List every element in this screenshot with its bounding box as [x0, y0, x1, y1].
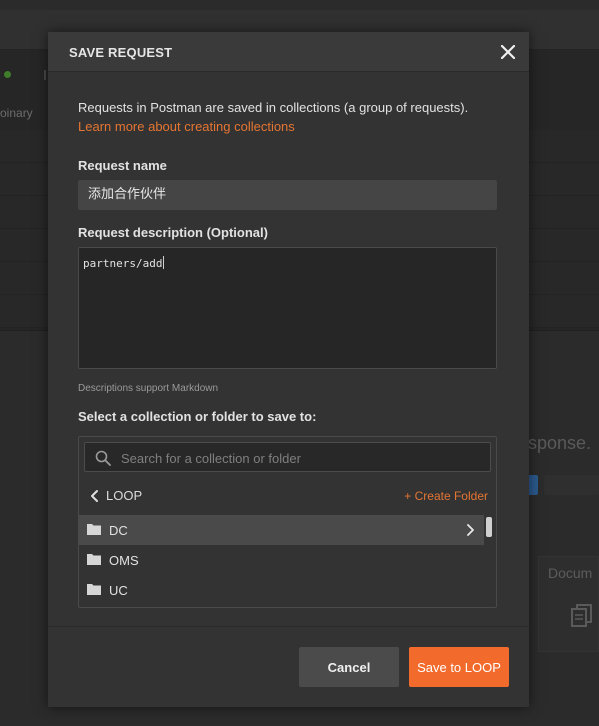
folder-icon — [87, 554, 101, 565]
app-top-bar — [0, 0, 599, 10]
intro-text: Requests in Postman are saved in collect… — [78, 100, 469, 115]
request-name-label: Request name — [78, 158, 167, 173]
folder-list: DC OMS UC — [79, 515, 484, 605]
request-description-textarea[interactable]: partners/add — [78, 247, 497, 369]
modal-header: SAVE REQUEST — [48, 32, 529, 72]
collection-picker: Search for a collection or folder LOOP +… — [78, 436, 497, 608]
collection-nav-row: LOOP + Create Folder — [79, 481, 496, 511]
collection-search-input[interactable]: Search for a collection or folder — [84, 442, 491, 472]
folder-item-label: DC — [109, 523, 128, 538]
request-description-value: partners/add — [83, 257, 163, 270]
folder-item-uc[interactable]: UC — [79, 575, 484, 605]
text-caret — [163, 256, 165, 269]
save-request-modal: SAVE REQUEST Requests in Postman are sav… — [48, 32, 529, 707]
response-hint-text: sponse. — [528, 433, 592, 453]
documents-icon — [571, 604, 592, 627]
cancel-button[interactable]: Cancel — [299, 647, 399, 687]
folder-item-oms[interactable]: OMS — [79, 545, 484, 575]
modal-title: SAVE REQUEST — [69, 45, 173, 60]
request-description-label: Request description (Optional) — [78, 225, 268, 240]
save-to-collection-button[interactable]: Save to LOOP — [409, 647, 509, 687]
current-collection-name[interactable]: LOOP — [106, 488, 142, 503]
folder-icon — [87, 524, 101, 535]
folder-item-dc[interactable]: DC — [79, 515, 484, 545]
folder-item-label: OMS — [109, 553, 139, 568]
create-folder-button[interactable]: + Create Folder — [404, 489, 488, 503]
body-type-binary-label: oinary — [0, 106, 33, 120]
folder-item-label: UC — [109, 583, 128, 598]
learn-more-link[interactable]: Learn more about creating collections — [78, 119, 295, 134]
bg-gray-button — [544, 475, 599, 495]
chevron-right-icon[interactable] — [466, 524, 474, 536]
bg-blue-button — [528, 475, 538, 495]
chevron-left-icon[interactable] — [89, 489, 101, 503]
folder-icon — [87, 584, 101, 595]
close-icon[interactable] — [498, 42, 518, 62]
docs-label: Docum — [548, 565, 593, 581]
footer-divider — [48, 626, 529, 627]
status-dot — [4, 71, 11, 78]
folder-list-scrollbar[interactable] — [486, 517, 492, 537]
request-name-input[interactable]: 添加合作伙伴 — [78, 180, 497, 210]
search-icon — [95, 450, 111, 466]
markdown-note: Descriptions support Markdown — [78, 383, 219, 394]
search-placeholder: Search for a collection or folder — [121, 451, 301, 466]
select-collection-label: Select a collection or folder to save to… — [78, 409, 317, 424]
tab-divider — [44, 70, 46, 80]
